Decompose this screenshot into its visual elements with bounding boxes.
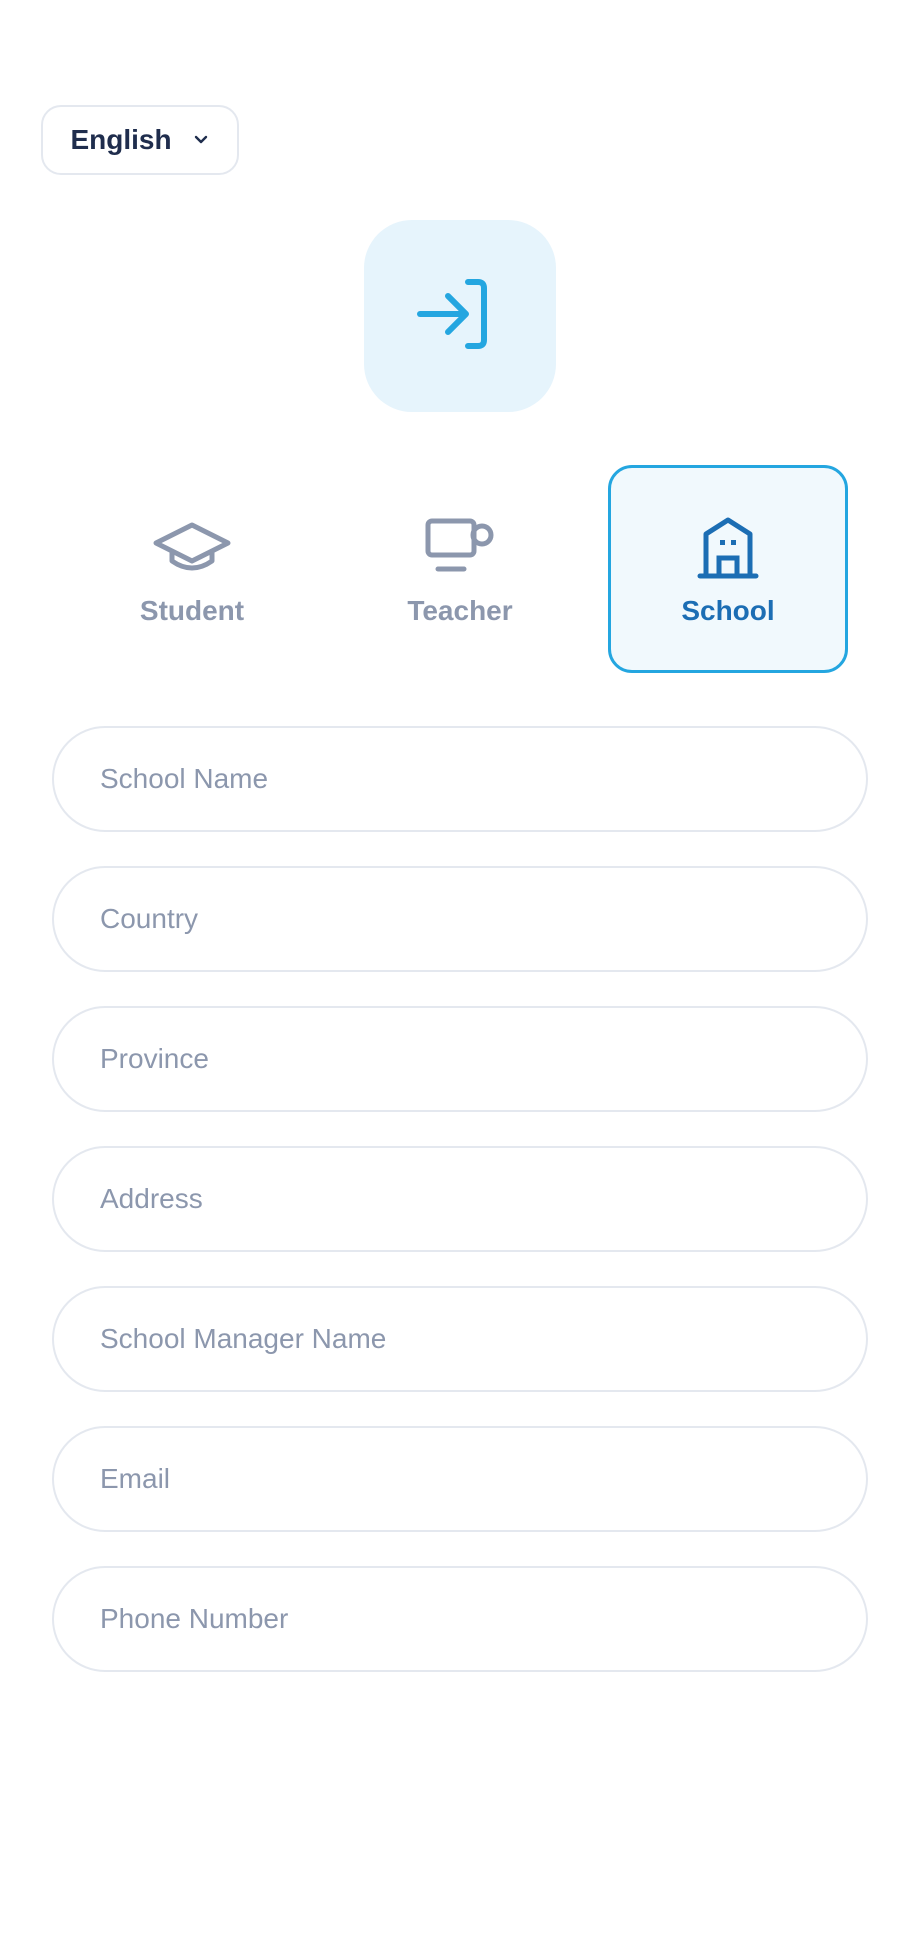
role-selector: Student Teacher School <box>0 465 920 673</box>
graduation-cap-icon <box>152 511 232 583</box>
login-icon <box>412 266 508 367</box>
email-input[interactable] <box>52 1426 868 1532</box>
role-school[interactable]: School <box>608 465 848 673</box>
monitor-mug-icon <box>420 511 500 583</box>
address-input[interactable] <box>52 1146 868 1252</box>
role-teacher[interactable]: Teacher <box>340 465 580 673</box>
role-student-label: Student <box>139 595 245 626</box>
school-form <box>52 726 868 1706</box>
role-school-label: School <box>681 595 775 626</box>
role-student[interactable]: Student <box>72 465 312 673</box>
language-label: English <box>70 124 172 155</box>
country-input[interactable] <box>52 866 868 972</box>
province-input[interactable] <box>52 1006 868 1112</box>
phone-number-input[interactable] <box>52 1566 868 1672</box>
language-selector[interactable]: English <box>41 105 239 175</box>
app-logo <box>364 220 556 412</box>
role-teacher-label: Teacher <box>407 595 513 626</box>
chevron-down-icon <box>192 131 210 149</box>
school-name-input[interactable] <box>52 726 868 832</box>
building-icon <box>688 511 768 583</box>
school-manager-name-input[interactable] <box>52 1286 868 1392</box>
